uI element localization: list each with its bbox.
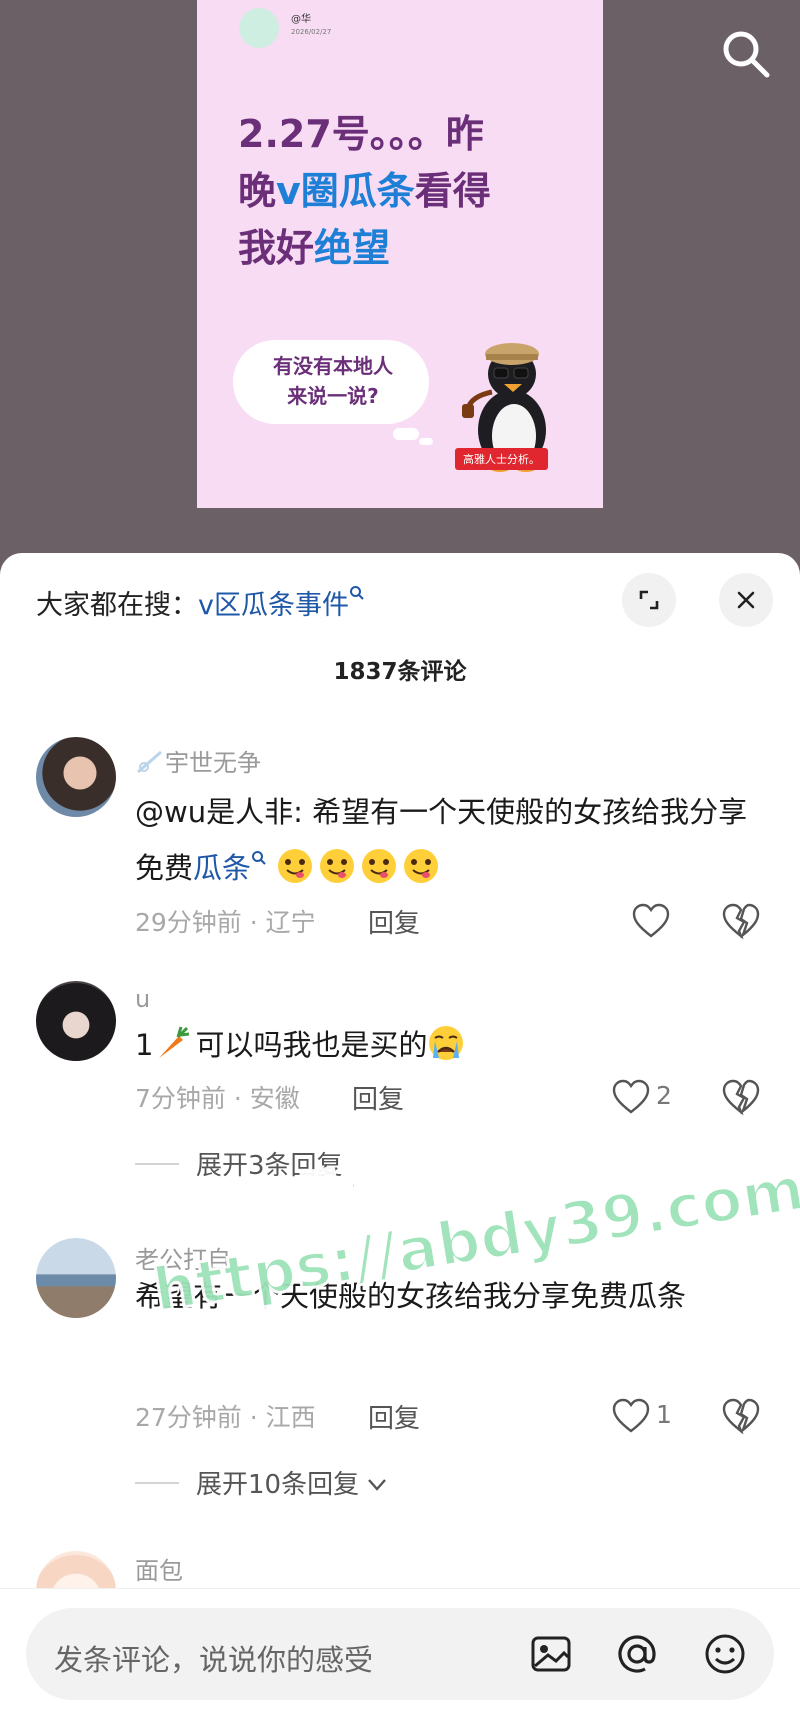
- comment-text: @wu是人非: 希望有一个天使般的女孩给我分享免费瓜条: [135, 795, 748, 885]
- comment-input[interactable]: 发条评论，说说你的感受: [26, 1608, 774, 1700]
- yummy-emoji-icon: [362, 849, 397, 883]
- poster-username: @华: [291, 14, 311, 25]
- video-player[interactable]: @华 2026/02/27 2.27号。。。昨 晚v圈瓜条看得 我好绝望 有没有…: [0, 0, 800, 560]
- image-icon[interactable]: [528, 1631, 574, 1677]
- heart-icon: [612, 1398, 650, 1433]
- at-icon[interactable]: [614, 1631, 660, 1677]
- like-button[interactable]: [632, 903, 670, 943]
- video-poster: @华 2026/02/27 2.27号。。。昨 晚v圈瓜条看得 我好绝望 有没有…: [197, 0, 603, 508]
- headline-line-3: 我好绝望: [238, 226, 391, 270]
- comment-meta: 27分钟前 · 江西: [135, 1403, 316, 1432]
- reply-button[interactable]: 回复: [352, 1079, 404, 1116]
- reply-button[interactable]: 回复: [368, 903, 420, 940]
- emoji-icon[interactable]: [702, 1631, 748, 1677]
- headline-line-2: 晚v圈瓜条看得: [238, 169, 491, 213]
- heart-icon: [612, 1079, 650, 1114]
- comment-meta: 7分钟前 · 安徽: [135, 1084, 300, 1113]
- search-icon: [349, 586, 364, 600]
- bubble-line-2: 来说一说?: [287, 384, 379, 408]
- close-icon: [737, 591, 755, 609]
- carrot-emoji-icon: [159, 1026, 190, 1058]
- comment-meta: 29分钟前 · 辽宁: [135, 908, 316, 937]
- reply-button[interactable]: 回复: [368, 1398, 420, 1435]
- comment-sheet: 大家都在搜：v区瓜条事件 1837条评论 宇世无争 @wu是人非: 希望有一个天…: [0, 553, 800, 1715]
- bubble-tail-small: [419, 438, 433, 445]
- heart-icon: [632, 903, 670, 938]
- hot-search-bar[interactable]: 大家都在搜：v区瓜条事件: [36, 583, 365, 622]
- avatar[interactable]: [36, 1238, 116, 1318]
- broken-heart-icon[interactable]: [722, 903, 760, 939]
- comment-author[interactable]: 面包: [135, 1551, 183, 1586]
- like-button[interactable]: 1: [612, 1398, 672, 1438]
- hot-search-prefix: 大家都在搜：: [36, 590, 198, 621]
- bubble-tail: [393, 428, 419, 440]
- headline-line-1: 2.27号。。。昨: [238, 112, 484, 156]
- chevron-down-icon: [368, 1479, 387, 1491]
- comment-input-placeholder: 发条评论，说说你的感受: [54, 1643, 374, 1677]
- bubble-line-1: 有没有本地人: [273, 354, 393, 378]
- expand-icon: [639, 590, 659, 610]
- comment-count: 1837条评论: [333, 659, 467, 685]
- comment-author[interactable]: 宇世无争: [135, 743, 261, 778]
- broken-heart-icon[interactable]: [722, 1398, 760, 1434]
- search-icon[interactable]: [718, 26, 774, 82]
- like-count: 1: [656, 1400, 672, 1429]
- crying-emoji-icon: [429, 1026, 464, 1060]
- comment-author[interactable]: u: [135, 985, 150, 1013]
- yummy-emoji-icon: [320, 849, 355, 883]
- broken-heart-icon[interactable]: [722, 1079, 760, 1115]
- poster-avatar: [239, 8, 279, 48]
- yummy-emoji-icon: [404, 849, 439, 883]
- hot-search-term[interactable]: v区瓜条事件: [198, 590, 349, 621]
- like-count: 2: [656, 1081, 672, 1110]
- poster-badge: 高雅人士分析。: [455, 448, 548, 470]
- expand-divider: [135, 1482, 179, 1484]
- speech-bubble: 有没有本地人 来说一说?: [233, 340, 429, 424]
- comment-text: 1 可以吗我也是买的: [135, 1017, 775, 1073]
- like-button[interactable]: 2: [612, 1079, 672, 1119]
- avatar[interactable]: [36, 737, 116, 817]
- poster-date: 2026/02/27: [291, 28, 332, 36]
- expand-button[interactable]: [622, 573, 676, 627]
- poster-headline: 2.27号。。。昨 晚v圈瓜条看得 我好绝望: [238, 106, 588, 277]
- avatar[interactable]: [36, 981, 116, 1061]
- comment-link[interactable]: 瓜条: [193, 851, 251, 885]
- yummy-emoji-icon: [278, 849, 313, 883]
- expand-replies-button[interactable]: 展开10条回复: [196, 1464, 387, 1501]
- close-button[interactable]: [719, 573, 773, 627]
- expand-divider: [135, 1163, 179, 1165]
- fishing-rod-icon: [137, 750, 162, 774]
- search-icon: [252, 851, 266, 865]
